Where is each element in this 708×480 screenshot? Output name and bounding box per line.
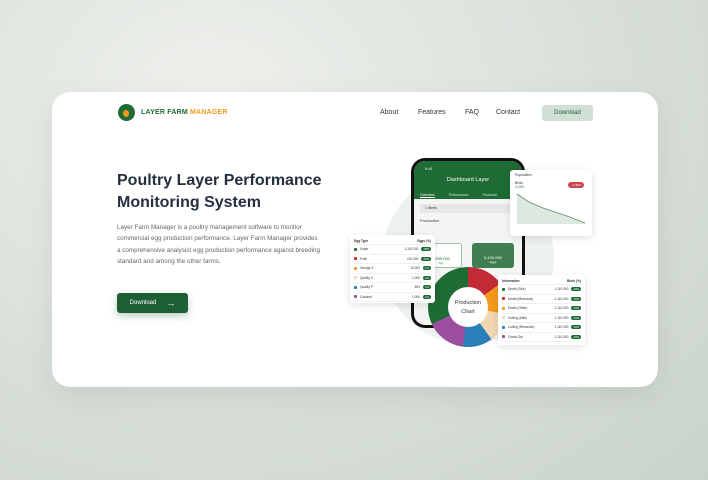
legend-swatch (354, 295, 357, 299)
donut-label: Chart (461, 309, 475, 315)
row-name: Quality II (360, 275, 373, 280)
header: Egg Type (354, 239, 369, 243)
table-row: Death (Sick) 1,110,000 10% (502, 285, 581, 295)
legend-swatch (354, 285, 357, 289)
tab-overview[interactable]: Overview (420, 193, 435, 198)
table-row: Death (Mechanic) 1,110,000 10% (502, 295, 581, 304)
legend-swatch (354, 266, 357, 270)
row-value: 1,000 (411, 275, 420, 280)
legend-swatch (502, 306, 505, 310)
legend-swatch (502, 297, 505, 301)
header: Birds (%) (567, 279, 581, 283)
table-row: Quality P 500 1% (354, 283, 431, 293)
table-row: Check Out 1,110,000 10% (502, 333, 581, 342)
row-name: Omega 3 (360, 266, 374, 271)
population-badge: -1.40% (568, 182, 584, 188)
header: Eggs (%) (417, 239, 431, 243)
brand-name: LAYER FARM MANAGER (141, 109, 228, 116)
tab-performance[interactable]: Performance (449, 193, 469, 198)
row-name: Death (Sick) (508, 287, 526, 292)
page-title: Poultry Layer Performance Monitoring Sys… (117, 172, 322, 211)
header: Information (502, 279, 520, 283)
hero-card: LAYER FARM MANAGER About Features FAQ Co… (52, 92, 658, 387)
download-button[interactable]: Download → (117, 293, 188, 313)
production-heading: Production (420, 218, 440, 223)
row-pct: 1% (422, 294, 431, 299)
logo-icon (118, 104, 135, 121)
row-value: 500 (414, 285, 420, 290)
row-value: 1,110,000 (554, 315, 569, 320)
row-value: 1,110,000 (554, 334, 569, 339)
table-row: Super 1,110,000 78% (354, 245, 431, 255)
legend-swatch (354, 257, 357, 261)
download-label: Download (129, 300, 157, 306)
nav-contact[interactable]: Contact (496, 109, 520, 116)
legend-swatch (502, 335, 505, 339)
row-name: Cracked (360, 294, 372, 299)
population-title: Population (515, 173, 532, 177)
phone-time: 9:41 (425, 166, 433, 171)
row-pct: 1% (422, 285, 431, 290)
table-row: Cracked 1,000 1% (354, 293, 431, 302)
row-value: 10,000 (410, 266, 420, 271)
row-pct: 78% (421, 247, 431, 252)
hero-description: Layer Farm Manager is a poultry manageme… (117, 224, 321, 265)
production-donut-chart: Production Chart (428, 267, 508, 347)
table-row: Death (Other) 1,110,000 10% (502, 304, 581, 314)
row-value: 210,000 (406, 256, 419, 261)
row-pct: 1% (422, 275, 431, 280)
stat-eggs: 6,100.000 Eggs (472, 243, 514, 268)
row-name: Super (360, 247, 369, 252)
legend-swatch (502, 316, 505, 320)
row-pct: 10% (571, 325, 581, 330)
table-row: Quality II 1,000 1% (354, 274, 431, 283)
population-line-chart (516, 193, 586, 224)
row-value: 1,110,000 (554, 325, 569, 330)
egg-type-table: Egg Type Eggs (%) Super 1,110,000 78% Putih 2… (350, 235, 435, 303)
row-pct: 10% (571, 306, 581, 311)
row-value: 1,110,000 (554, 306, 569, 311)
nav-features[interactable]: Features (418, 109, 446, 116)
phone-title: Dashboard Layer (446, 177, 490, 183)
table-row: Putih 210,000 15% (354, 255, 431, 264)
nav-about[interactable]: About (380, 109, 398, 116)
row-name: Culling (Removed) (508, 325, 535, 330)
legend-swatch (354, 247, 357, 251)
population-card: Population Birds 2,293 -1.40% (510, 170, 592, 236)
row-pct: 10% (571, 334, 581, 339)
row-name: Putih (360, 256, 368, 261)
row-pct: 10% (571, 296, 581, 301)
period-select[interactable]: 1 Week (420, 204, 516, 213)
nav-download-button[interactable]: Download (542, 105, 593, 121)
donut-label: Production (454, 300, 482, 306)
row-name: Death (Other) (508, 306, 528, 311)
legend-swatch (502, 325, 505, 329)
logo[interactable]: LAYER FARM MANAGER (118, 104, 228, 121)
nav-faq[interactable]: FAQ (465, 109, 479, 116)
arrow-right-icon: → (166, 298, 176, 308)
row-pct: 15% (421, 256, 431, 261)
legend-swatch (502, 287, 505, 291)
row-name: Quality P (360, 285, 373, 290)
row-value: 1,110,000 (554, 287, 569, 292)
row-name: Check Out (508, 334, 524, 339)
row-value: 1,110,000 (404, 247, 419, 252)
row-name: Culling (Afkir) (508, 315, 528, 320)
row-name: Death (Mechanic) (508, 296, 534, 301)
table-row: Culling (Removed) 1,110,000 10% (502, 323, 581, 333)
table-row: Culling (Afkir) 1,110,000 10% (502, 314, 581, 323)
information-table: Information Birds (%) Death (Sick) 1,110,0… (498, 275, 585, 345)
row-pct: 10% (571, 315, 581, 320)
row-pct: 1% (422, 266, 431, 271)
legend-swatch (354, 276, 357, 280)
table-row: Omega 3 10,000 1% (354, 264, 431, 274)
row-pct: 10% (571, 287, 581, 292)
row-value: 1,110,000 (554, 296, 569, 301)
tab-financial[interactable]: Financial (483, 193, 497, 198)
row-value: 1,000 (411, 294, 420, 299)
